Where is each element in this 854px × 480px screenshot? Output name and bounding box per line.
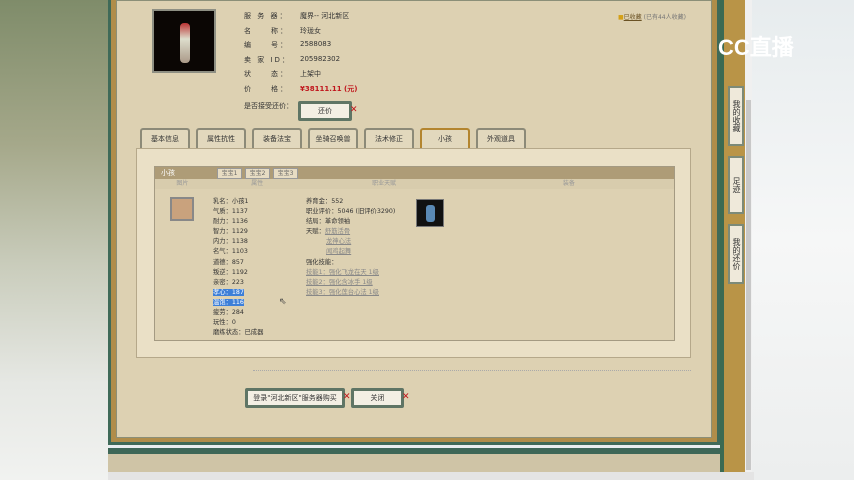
tab-equipment[interactable]: 装备法宝 [252, 128, 302, 148]
label: 名 称： [244, 26, 289, 35]
character-portrait [152, 9, 216, 73]
bargain-button[interactable]: 还价 [298, 101, 352, 121]
skills-label: 强化技能： [306, 258, 338, 266]
subtab-child1[interactable]: 宝宝1 [217, 168, 242, 179]
skill-link[interactable]: 技能3：强化莲台心法 1级 [306, 289, 379, 296]
attr: 道德：857 [213, 258, 244, 266]
listing-info: 服 务 器： 魔界-- 河北新区 名 称： 玲珑女 编 号： 2588083 卖 家 … [244, 11, 357, 116]
talent-link[interactable]: 闻鸡起舞 [326, 248, 351, 255]
talent-link[interactable]: 舒筋活骨 [325, 228, 350, 235]
child-attributes: 乳名：小孩1 气质：1137 耐力：1136 智力：1129 内力：1138 名… [213, 197, 263, 338]
attr: 气质：1137 [213, 208, 248, 216]
sidebar-my-bargains[interactable]: 我的还价 [728, 224, 744, 284]
attr: 乳名：小孩1 [213, 198, 249, 205]
sidebar-my-favorites[interactable]: 我的收藏 [728, 86, 744, 146]
col-image: 图片 [176, 180, 189, 187]
close-x-icon: ✕ [402, 392, 410, 402]
server-value: 魔界-- 河北新区 [300, 12, 350, 20]
horizontal-scrollbar[interactable] [108, 472, 754, 480]
seller-value: 205982302 [300, 54, 341, 63]
attr: 内力：1138 [213, 238, 248, 246]
label: 价 格： [244, 84, 289, 93]
attr: 亲密：223 [213, 278, 244, 286]
status-value: 上架中 [300, 70, 321, 78]
attr: 耐力：1136 [213, 218, 248, 226]
attr: 温饱：116 [213, 298, 244, 306]
tab-mounts[interactable]: 坐骑召唤兽 [308, 128, 358, 148]
skill-link[interactable]: 技能2：强化含冰手 1级 [306, 279, 373, 286]
label: 状 态： [244, 70, 289, 78]
price-value: ¥38111.11 (元) [300, 84, 358, 93]
name-value: 玲珑女 [300, 26, 321, 35]
vertical-scrollbar[interactable] [745, 0, 752, 472]
col-attrs: 属性 [251, 180, 264, 187]
col-equip: 装备 [562, 180, 575, 187]
subtab-child3[interactable]: 宝宝3 [273, 168, 298, 179]
close-x-icon: ✕ [350, 105, 358, 115]
skill-link[interactable]: 技能1：强化飞龙在天 1级 [306, 269, 379, 276]
child-job-talent: 养育金：552 职业评价：5046 (旧评价3290) 结局：革命领袖 天赋：舒… [306, 197, 395, 298]
attr: 智力：1129 [213, 228, 248, 236]
right-sidebar: 我的收藏 足迹 我的还价 [720, 0, 745, 480]
label: 卖 家 ID： [244, 55, 291, 64]
subtab-child2[interactable]: 宝宝2 [245, 168, 270, 179]
tab-basic-info[interactable]: 基本信息 [140, 128, 190, 148]
close-button[interactable]: 关闭 [351, 388, 404, 408]
ending: 结局：革命领袖 [306, 218, 351, 226]
attr: 名气：1103 [213, 248, 248, 256]
cc-live-watermark: CC直播 [718, 35, 794, 60]
tab-spells[interactable]: 法术修正 [364, 128, 414, 148]
attr: 孝心：187 [213, 288, 244, 296]
talent-label: 天赋： [306, 228, 325, 236]
tab-appearance[interactable]: 外观道具 [476, 128, 526, 148]
score: 职业评价：5046 (旧评价3290) [306, 208, 396, 216]
child-title: 小孩 [161, 169, 175, 177]
background-landscape [0, 0, 108, 480]
label: 服 务 器： [244, 12, 289, 20]
favorite-info: ■已收藏 (已有44人收藏) [618, 12, 686, 21]
attr: 磨练状态：已成器 [213, 329, 264, 337]
attr: 疲劳：284 [213, 309, 244, 317]
favorite-link[interactable]: 已收藏 [624, 14, 642, 21]
mouse-cursor-icon: ⇖ [279, 297, 287, 307]
footer-bar [108, 448, 720, 472]
id-value: 2588083 [300, 40, 332, 48]
tab-child[interactable]: 小孩 [420, 128, 470, 148]
child-avatar [170, 197, 194, 221]
tab-bar: 基本信息 属性抗性 装备法宝 坐骑召唤兽 法术修正 小孩 外观道具 [140, 128, 526, 148]
login-buy-button[interactable]: 登录"河北新区"服务器购买 [245, 388, 345, 408]
money: 养育金：552 [306, 198, 344, 205]
sidebar-footprints[interactable]: 足迹 [728, 156, 744, 214]
talent-link[interactable]: 龙神心法 [326, 238, 351, 245]
label: 是否接受还价： [244, 102, 293, 110]
attr: 叛逆：1192 [213, 268, 248, 276]
col-job: 职业天赋 [372, 180, 397, 187]
tab-attributes[interactable]: 属性抗性 [196, 128, 246, 148]
close-x-icon: ✕ [343, 392, 351, 402]
favorite-count: (已有44人收藏) [643, 14, 686, 21]
attr: 玩性：0 [213, 319, 236, 327]
equipment-item[interactable] [416, 199, 444, 227]
divider [253, 370, 691, 371]
label: 编 号： [244, 41, 289, 49]
background-sky [752, 0, 854, 480]
